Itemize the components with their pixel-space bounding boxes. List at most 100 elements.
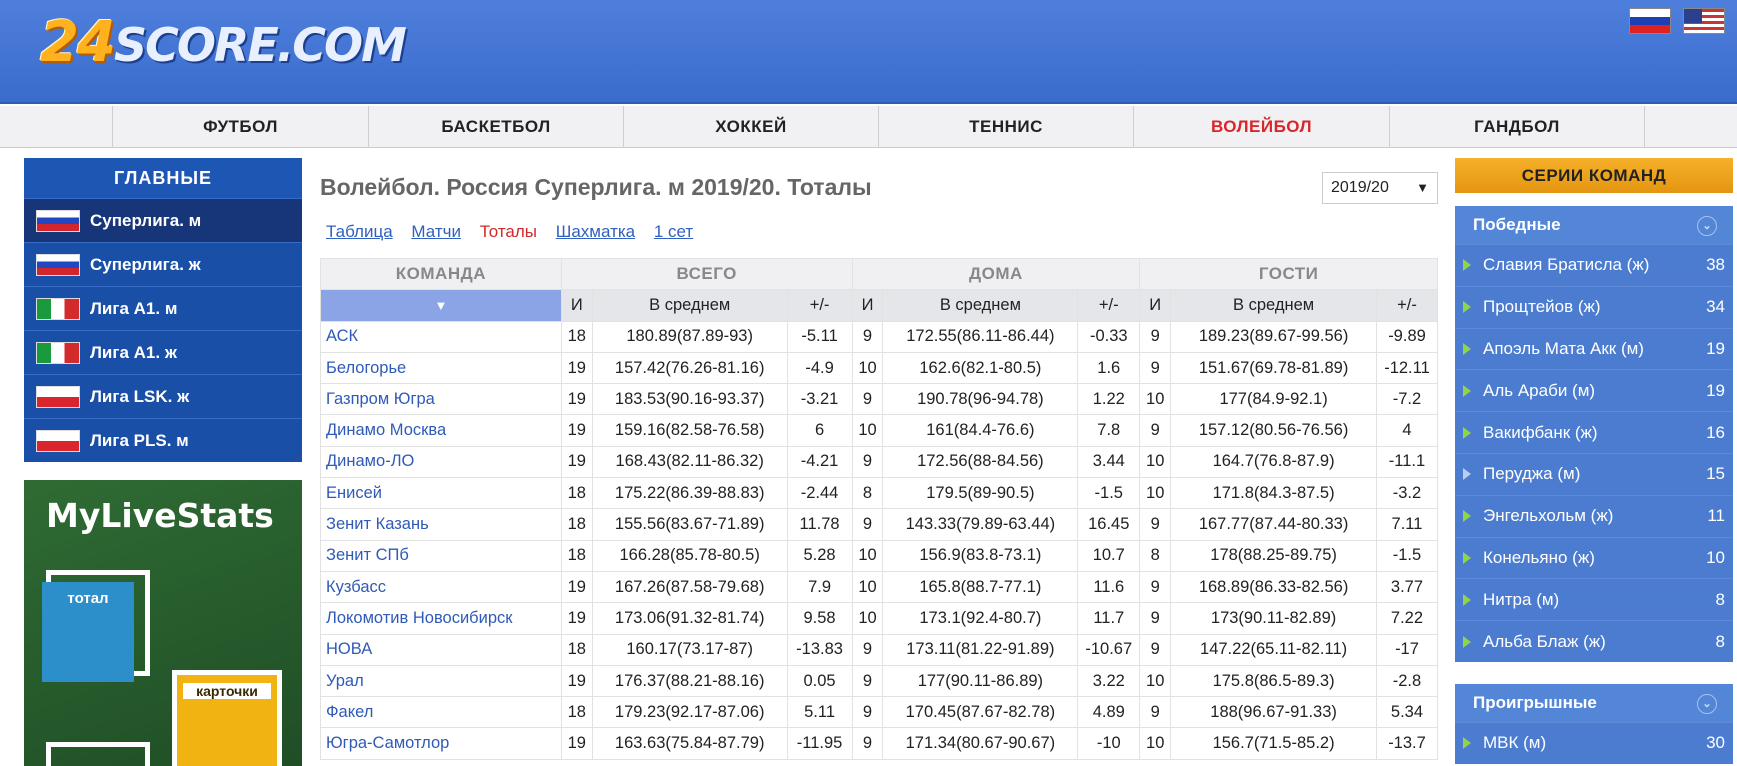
chevron-down-icon[interactable]: ⌄ [1697, 694, 1717, 714]
nav-volleyball[interactable]: ВОЛЕЙБОЛ [1133, 106, 1389, 148]
stat-cell: 1.6 [1077, 351, 1141, 385]
team-series-button[interactable]: СЕРИИ КОМАНД [1455, 158, 1733, 193]
series-item[interactable]: Альба Блаж (ж) 8 [1455, 620, 1733, 662]
tab-table[interactable]: Таблица [326, 222, 393, 241]
team-link[interactable]: Белогорье [320, 351, 562, 385]
series-item[interactable]: Славия Братисла (ж) 38 [1455, 244, 1733, 286]
stat-cell: 9 [1139, 320, 1172, 353]
table-row: Динамо-ЛО 19 168.43(82.11-86.32) -4.21 9 172.… [320, 445, 1439, 479]
chevron-down-icon[interactable]: ⌄ [1697, 216, 1717, 236]
col-average[interactable]: В среднем [591, 289, 788, 322]
nav-basketball[interactable]: БАСКЕТБОЛ [368, 106, 623, 148]
stat-cell: 183.53(90.16-93.37) [591, 383, 788, 416]
table-row: НОВА 18 160.17(73.17-87) -13.83 9 173.11(81.2… [320, 633, 1439, 666]
series-item[interactable]: Перуджа (м) 15 [1455, 452, 1733, 495]
losing-series-heading[interactable]: Проигрышные ⌄ [1455, 684, 1733, 722]
team-link[interactable]: Зенит СПб [320, 539, 562, 572]
team-link[interactable]: Кузбасс [320, 570, 562, 604]
league-item[interactable]: Суперлига. м [24, 198, 302, 242]
stat-cell: 19 [560, 570, 593, 604]
team-link[interactable]: НОВА [320, 633, 562, 666]
series-item[interactable]: Энгельхольм (ж) 11 [1455, 494, 1733, 537]
col-average[interactable]: В среднем [882, 289, 1079, 322]
team-link[interactable]: Зенит Казань [320, 508, 562, 541]
stat-cell: -10.67 [1077, 633, 1141, 666]
stat-cell: 9 [851, 696, 884, 729]
stat-cell: 171.34(80.67-90.67) [882, 727, 1079, 760]
col-games[interactable]: И [1139, 289, 1172, 322]
stat-cell: -1.5 [1375, 539, 1439, 572]
col-diff[interactable]: +/- [1375, 289, 1439, 322]
stat-cell: -11.95 [786, 727, 853, 760]
stat-cell: 11.78 [786, 508, 853, 541]
stat-cell: 8 [851, 477, 884, 510]
series-item[interactable]: Конельяно (ж) 10 [1455, 536, 1733, 579]
league-item[interactable]: Лига А1. м [24, 286, 302, 330]
team-link[interactable]: АСК [320, 320, 562, 353]
nav-tennis[interactable]: ТЕННИС [878, 106, 1133, 148]
stat-cell: 10.7 [1077, 539, 1141, 572]
stat-cell: 18 [560, 633, 593, 666]
header-away: ГОСТИ [1139, 257, 1438, 291]
team-link[interactable]: Урал [320, 664, 562, 698]
sort-down-icon[interactable]: ▼ [320, 289, 562, 322]
col-diff[interactable]: +/- [786, 289, 853, 322]
league-item[interactable]: Лига PLS. м [24, 418, 302, 462]
stat-cell: 8 [1139, 539, 1172, 572]
winning-series-heading[interactable]: Победные ⌄ [1455, 206, 1733, 244]
team-link[interactable]: Газпром Югра [320, 383, 562, 416]
play-arrow-icon [1463, 259, 1471, 272]
stat-cell: 18 [560, 508, 593, 541]
mylivestats-ad[interactable]: MyLiveStats тотал карточки [24, 480, 302, 766]
team-link[interactable]: Динамо-ЛО [320, 445, 562, 479]
nav-hockey[interactable]: ХОККЕЙ [623, 106, 878, 148]
table-row: Динамо Москва 19 159.16(82.58-76.58) 6 10 161… [320, 414, 1439, 447]
team-link[interactable]: Динамо Москва [320, 414, 562, 447]
tab-matches[interactable]: Матчи [411, 222, 461, 241]
series-item[interactable]: Аль Араби (м) 19 [1455, 369, 1733, 411]
col-diff[interactable]: +/- [1077, 289, 1141, 322]
season-select[interactable]: 2019/20 ▼ [1322, 172, 1438, 204]
table-row: Енисей 18 175.22(86.39-88.83) -2.44 8 179.5(8… [320, 477, 1439, 510]
team-link[interactable]: Факел [320, 696, 562, 729]
series-item[interactable]: Нитра (м) 8 [1455, 578, 1733, 620]
series-team-name: Конельяно (ж) [1483, 547, 1595, 567]
series-count: 8 [1715, 631, 1725, 651]
tab-first-set[interactable]: 1 сет [654, 222, 693, 241]
tab-chess[interactable]: Шахматка [556, 222, 635, 241]
series-item[interactable]: Апоэль Мата Акк (м) 19 [1455, 327, 1733, 370]
nav-handball[interactable]: ГАНДБОЛ [1389, 106, 1645, 148]
stat-cell: 171.8(84.3-87.5) [1170, 477, 1377, 510]
league-item[interactable]: Суперлига. ж [24, 242, 302, 286]
team-link[interactable]: Локомотив Новосибирск [320, 602, 562, 635]
us-flag-icon[interactable] [1683, 8, 1725, 34]
series-item[interactable]: МВК (м) 30 [1455, 722, 1733, 764]
series-item[interactable]: Вакифбанк (ж) 16 [1455, 411, 1733, 453]
series-item[interactable]: Прощтейов (ж) 34 [1455, 285, 1733, 328]
stat-cell: -3.21 [786, 383, 853, 416]
stat-cell: 7.11 [1375, 508, 1439, 541]
tab-totals[interactable]: Тоталы [480, 222, 537, 241]
stat-cell: 9.58 [786, 602, 853, 635]
play-arrow-icon [1463, 468, 1471, 481]
col-games[interactable]: И [851, 289, 884, 322]
league-item[interactable]: Лига LSK. ж [24, 374, 302, 418]
stat-cell: -1.5 [1077, 477, 1141, 510]
league-item[interactable]: Лига А1. ж [24, 330, 302, 374]
stat-cell: 9 [851, 320, 884, 353]
series-count: 19 [1706, 380, 1725, 400]
col-games[interactable]: И [560, 289, 593, 322]
stat-cell: 1.22 [1077, 383, 1141, 416]
site-logo[interactable]: 24SCORE.COM [40, 10, 407, 75]
nav-football[interactable]: ФУТБОЛ [112, 106, 368, 148]
stat-cell: 19 [560, 351, 593, 385]
team-link[interactable]: Югра-Самотлор [320, 727, 562, 760]
stat-cell: 172.56(88-84.56) [882, 445, 1079, 479]
team-link[interactable]: Енисей [320, 477, 562, 510]
stat-cell: 10 [851, 539, 884, 572]
ad-total-tile: тотал [42, 582, 134, 682]
col-average[interactable]: В среднем [1170, 289, 1377, 322]
russian-flag-icon[interactable] [1629, 8, 1671, 34]
table-row: Газпром Югра 19 183.53(90.16-93.37) -3.21 9 1… [320, 383, 1439, 416]
play-arrow-icon [1463, 510, 1471, 523]
